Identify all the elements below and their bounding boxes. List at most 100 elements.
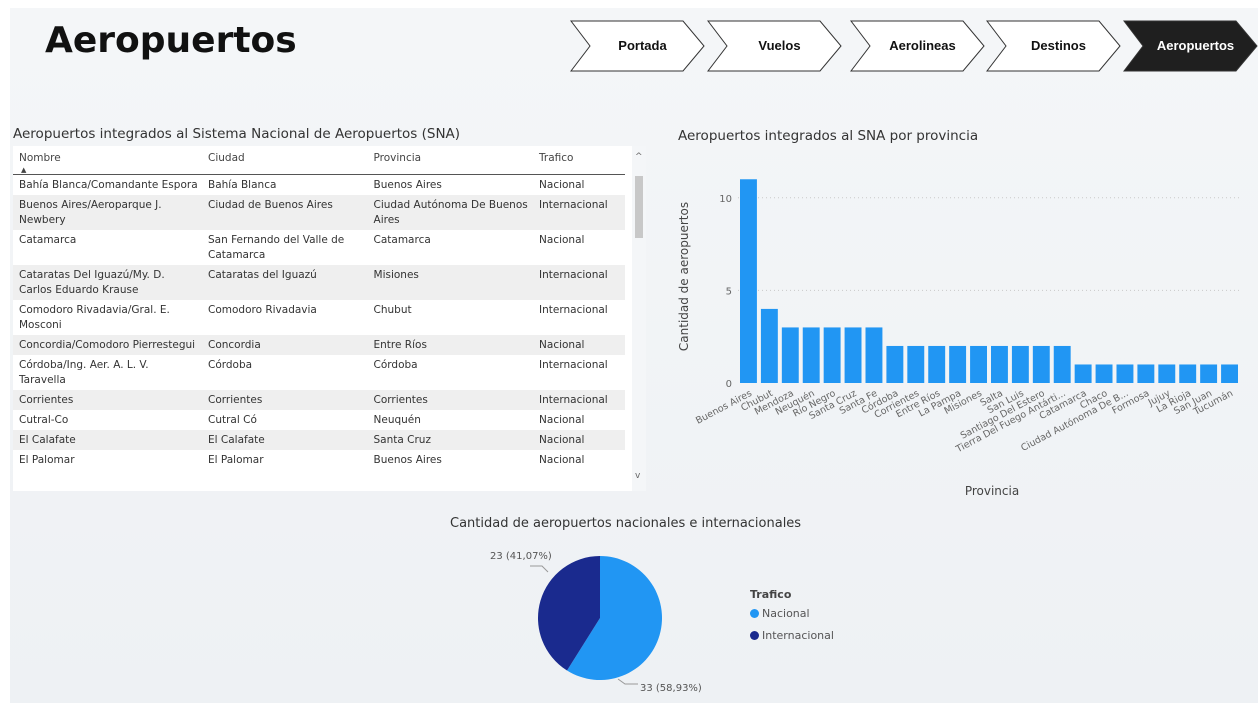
bar-chart: 0510Cantidad de aeropuertosBuenos AiresC… xyxy=(677,179,1240,498)
table-cell: Chubut xyxy=(373,304,412,316)
nav-button-aeropuertos[interactable]: Aeropuertos xyxy=(1123,20,1258,72)
table-cell: El Calafate xyxy=(13,430,202,450)
table-scrollbar[interactable]: ^ v xyxy=(632,146,646,491)
column-header-trafico[interactable]: Trafico xyxy=(533,146,625,175)
table-row[interactable]: Cataratas Del Iguazú/My. D. Carlos Eduar… xyxy=(13,265,625,300)
bar-san-juan xyxy=(1200,364,1218,383)
bar-mendoza xyxy=(781,327,799,383)
nav-button-portada[interactable]: Portada xyxy=(570,20,705,72)
legend-item-internacional[interactable]: Internacional xyxy=(750,629,834,642)
nav-button-destinos[interactable]: Destinos xyxy=(986,20,1121,72)
bar-la-rioja xyxy=(1179,364,1197,383)
table-row[interactable]: Córdoba/Ing. Aer. A. L. V. Taravella Córd… xyxy=(13,355,625,390)
table-cell: Concordia/Comodoro Pierrestegui xyxy=(13,335,202,355)
airports-table[interactable]: Nombre ▲ Ciudad Provincia Trafico Bahía B… xyxy=(13,146,633,491)
nav-button-label: Destinos xyxy=(1031,38,1086,53)
bar-tucum-n xyxy=(1221,364,1238,383)
table-cell: Concordia xyxy=(202,335,368,355)
table-cell: Nacional xyxy=(539,414,585,426)
table-cell: Cataratas Del Iguazú/My. D. Carlos Eduar… xyxy=(13,265,202,300)
table-cell: Entre Ríos xyxy=(367,335,534,355)
nav-button-vuelos[interactable]: Vuelos xyxy=(707,20,842,72)
table-row[interactable]: Buenos Aires/Aeroparque J. Newbery Ciudad… xyxy=(13,195,625,230)
scroll-up-icon[interactable]: ^ xyxy=(635,152,643,162)
x-axis-label: Provincia xyxy=(965,484,1019,498)
table-cell: El Calafate xyxy=(202,430,368,450)
page-title: Aeropuertos xyxy=(45,20,297,61)
nav-button-aerolineas[interactable]: Aerolineas xyxy=(850,20,985,72)
table-cell: Nacional xyxy=(539,454,585,466)
table-cell: Comodoro Rivadavia xyxy=(208,304,317,316)
nav-button-label: Aerolineas xyxy=(889,38,956,53)
table-cell: Misiones xyxy=(367,265,534,300)
legend-dot-icon xyxy=(750,609,759,618)
table-row[interactable]: Bahía Blanca/Comandante Espora Bahía Blan… xyxy=(13,175,625,196)
sort-ascending-icon[interactable]: ▲ xyxy=(21,166,26,174)
table-row[interactable]: El Palomar El Palomar Buenos Aires Nacional xyxy=(13,450,625,470)
bar-jujuy xyxy=(1158,364,1176,383)
bar-santiago-del-estero xyxy=(1032,345,1050,383)
table-row[interactable]: Cutral-Co Cutral Có Neuquén Nacional xyxy=(13,410,625,430)
nav-button-label: Vuelos xyxy=(758,38,801,53)
scroll-down-icon[interactable]: v xyxy=(635,471,640,481)
y-tick-label: 5 xyxy=(726,286,732,297)
legend-item-nacional[interactable]: Nacional xyxy=(750,607,834,620)
table-cell: Nacional xyxy=(533,430,625,450)
table-cell: Internacional xyxy=(533,265,625,300)
column-header-ciudad[interactable]: Ciudad xyxy=(202,146,368,175)
pie-chart xyxy=(530,556,662,685)
table-cell: Corrientes xyxy=(367,390,534,410)
bar-santa-cruz xyxy=(844,327,862,383)
bar-misiones xyxy=(970,345,987,383)
column-header-nombre[interactable]: Nombre ▲ xyxy=(13,146,202,175)
bar-r-o-negro xyxy=(823,327,841,383)
bar-san-luis xyxy=(1011,345,1029,383)
table-cell: Corrientes xyxy=(13,390,202,410)
pie-label-internacional: 23 (41,07%) xyxy=(490,551,552,562)
bar-formosa xyxy=(1137,364,1155,383)
table-cell: El Palomar xyxy=(208,454,264,466)
table-cell: Bahía Blanca/Comandante Espora xyxy=(19,179,198,191)
table-cell: El Palomar xyxy=(19,454,75,466)
nav-button-label: Aeropuertos xyxy=(1156,38,1235,53)
table-cell: Internacional xyxy=(533,195,625,230)
legend-dot-icon xyxy=(750,631,759,640)
table-row[interactable]: Corrientes Corrientes Corrientes Internacio… xyxy=(13,390,625,410)
bar-buenos-aires xyxy=(740,179,757,383)
table-cell: Ciudad de Buenos Aires xyxy=(202,195,368,230)
bar-salta xyxy=(991,345,1008,383)
table-cell: Internacional xyxy=(533,390,625,410)
bar-ciudad-aut-noma-de-b- xyxy=(1116,364,1134,383)
table-cell: Cataratas del Iguazú xyxy=(202,265,368,300)
column-header-provincia[interactable]: Provincia xyxy=(367,146,534,175)
table-cell: Comodoro Rivadavia/Gral. E. Mosconi xyxy=(19,304,170,331)
bar-corrientes xyxy=(907,345,925,383)
pie-leader-line xyxy=(530,565,549,573)
pie-label-nacional: 33 (58,93%) xyxy=(640,683,702,694)
table-cell: Buenos Aires xyxy=(373,454,442,466)
pie-legend: Trafico Nacional Internacional xyxy=(750,588,834,651)
table-cell: Catamarca xyxy=(373,234,431,246)
table-cell: Nacional xyxy=(539,179,585,191)
y-axis-label: Cantidad de aeropuertos xyxy=(677,202,691,351)
table-cell: Cutral-Co xyxy=(19,414,69,426)
legend-title: Trafico xyxy=(750,588,792,601)
bar-entre-r-os xyxy=(928,345,946,383)
table-row[interactable]: El Calafate El Calafate Santa Cruz Nacional xyxy=(13,430,625,450)
table-cell: Buenos Aires/Aeroparque J. Newbery xyxy=(13,195,202,230)
table-row[interactable]: Comodoro Rivadavia/Gral. E. Mosconi Comod… xyxy=(13,300,625,335)
table-cell: Catamarca xyxy=(19,234,77,246)
bar-chart-title: Aeropuertos integrados al SNA por provin… xyxy=(678,128,979,144)
bar-chubut xyxy=(760,308,778,383)
table-row[interactable]: Catamarca San Fernando del Valle de Catam… xyxy=(13,230,625,265)
table-cell: Ciudad Autónoma De Buenos Aires xyxy=(367,195,534,230)
bar-neuqu-n xyxy=(802,327,820,383)
pie-leader-line xyxy=(617,678,638,685)
table-cell: Internacional xyxy=(539,304,608,316)
table-header-row: Nombre ▲ Ciudad Provincia Trafico xyxy=(13,146,625,175)
table-cell: Santa Cruz xyxy=(367,430,534,450)
scroll-thumb[interactable] xyxy=(635,176,643,238)
bar-catamarca xyxy=(1074,364,1092,383)
table-row[interactable]: Concordia/Comodoro Pierrestegui Concordia… xyxy=(13,335,625,355)
table-cell: Córdoba xyxy=(208,359,253,371)
